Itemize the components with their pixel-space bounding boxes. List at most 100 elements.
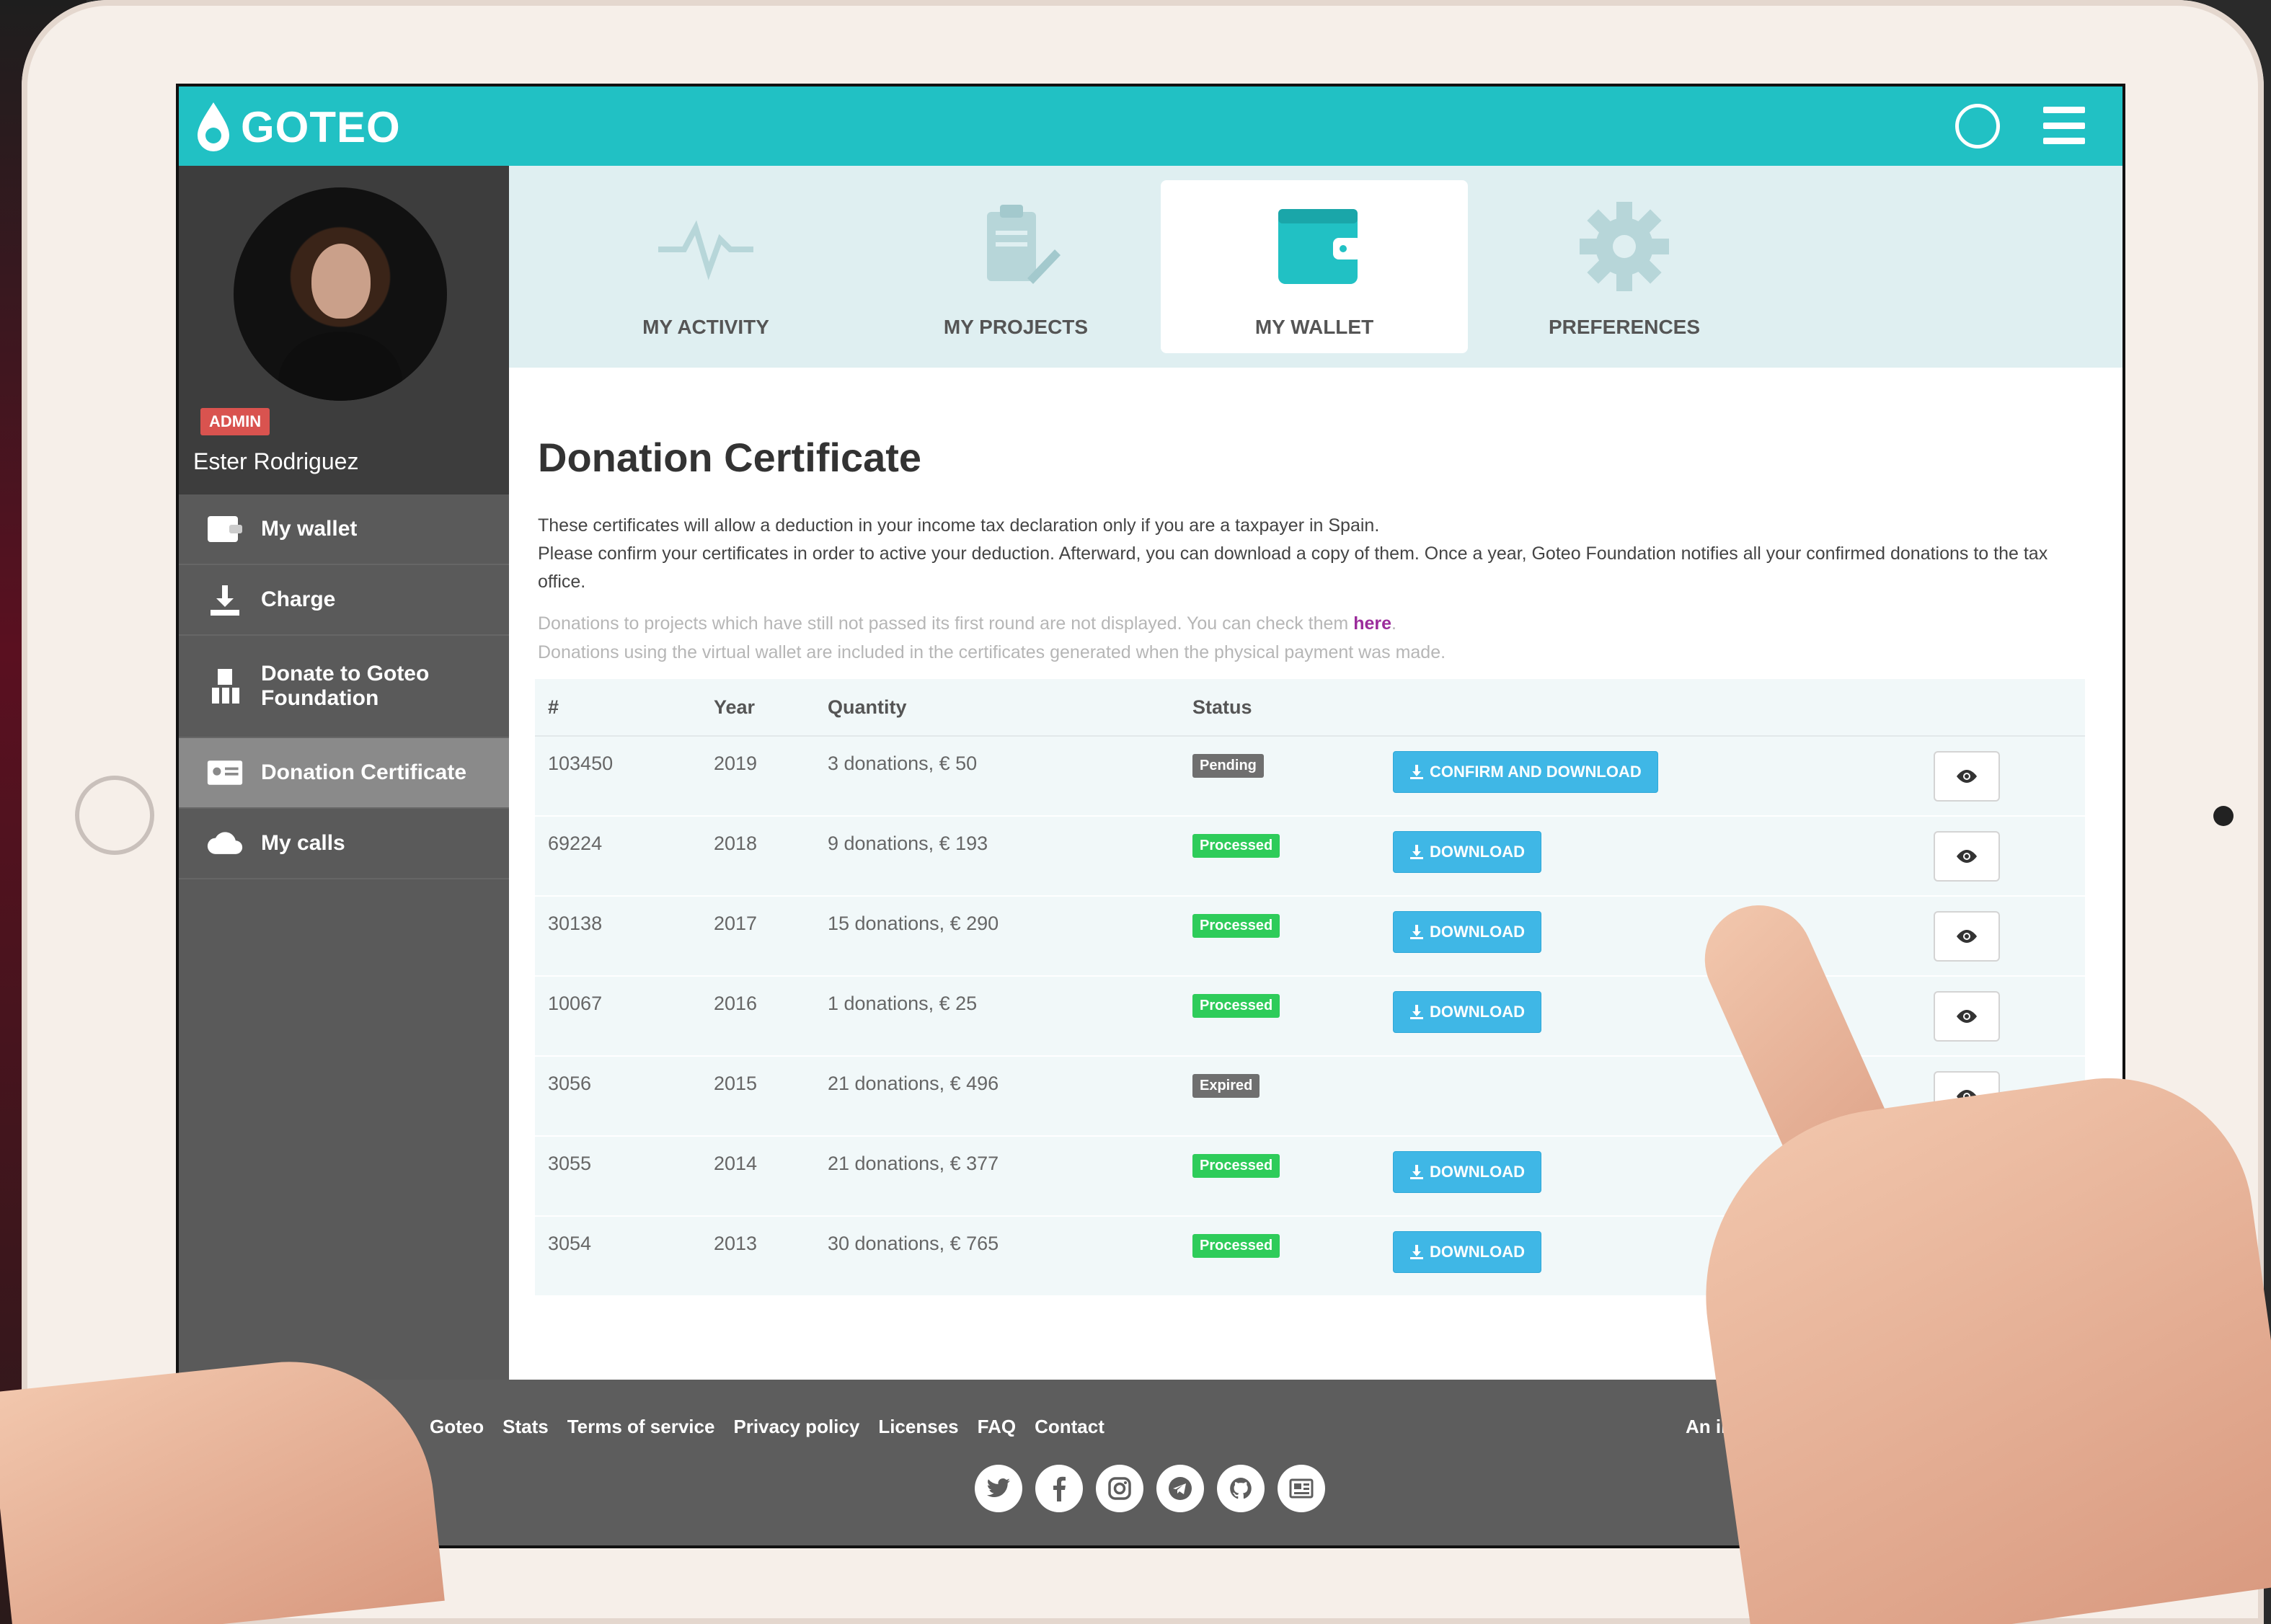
button-label: DOWNLOAD xyxy=(1430,1163,1525,1181)
status-badge: Expired xyxy=(1192,1074,1260,1098)
tab-my-wallet[interactable]: MY WALLET xyxy=(1161,180,1468,353)
donate-icon xyxy=(206,667,244,705)
status-badge: Processed xyxy=(1192,914,1280,938)
wallet-icon xyxy=(206,510,244,548)
cell-quantity: 15 donations, € 290 xyxy=(828,913,999,934)
cell-quantity: 1 donations, € 25 xyxy=(828,993,978,1014)
profile-panel: ADMIN Ester Rodriguez xyxy=(179,166,509,494)
footer-link[interactable]: Terms of service xyxy=(567,1416,715,1438)
tab-label: MY PROJECTS xyxy=(943,316,1089,338)
sidebar-item-label: My wallet xyxy=(261,517,358,541)
github-icon[interactable] xyxy=(1217,1465,1265,1512)
button-label: DOWNLOAD xyxy=(1430,843,1525,861)
cell-number: 30138 xyxy=(548,913,603,934)
cell-status: Pending xyxy=(1192,753,1264,778)
download-button[interactable]: DOWNLOAD xyxy=(1393,991,1541,1033)
download-icon xyxy=(1410,765,1423,779)
wallet-icon xyxy=(1278,209,1362,284)
sidebar-item-label: My calls xyxy=(261,831,345,855)
telegram-icon[interactable] xyxy=(1156,1465,1204,1512)
footer-link[interactable]: Contact xyxy=(1035,1416,1104,1438)
footer-link[interactable]: Goteo xyxy=(430,1416,484,1438)
status-badge: Pending xyxy=(1192,754,1264,778)
sidebar-item-donation-certificate[interactable]: Donation Certificate xyxy=(179,738,509,809)
instagram-icon[interactable] xyxy=(1096,1465,1143,1512)
here-link[interactable]: here xyxy=(1353,613,1391,634)
avatar[interactable] xyxy=(234,187,447,401)
download-button[interactable]: DOWNLOAD xyxy=(1393,1231,1541,1273)
cell-number: 3056 xyxy=(548,1073,592,1094)
cell-number: 10067 xyxy=(548,993,603,1014)
view-button[interactable] xyxy=(1934,991,2000,1042)
twitter-icon[interactable] xyxy=(975,1465,1022,1512)
sidebar-item-donate-foundation[interactable]: Donate to Goteo Foundation xyxy=(179,636,509,738)
home-button xyxy=(75,776,154,855)
footer-link[interactable]: FAQ xyxy=(978,1416,1016,1438)
cell-number: 3055 xyxy=(548,1153,592,1174)
sidebar-item-label: Donate to Goteo Foundation xyxy=(261,662,430,710)
goteo-logo[interactable]: GOTEO xyxy=(195,98,401,156)
download-icon xyxy=(1410,1165,1423,1179)
button-label: CONFIRM AND DOWNLOAD xyxy=(1430,763,1642,781)
footer-links: Goteo Stats Terms of service Privacy policy… xyxy=(430,1416,1104,1438)
download-button[interactable]: DOWNLOAD xyxy=(1393,911,1541,953)
cell-number: 69224 xyxy=(548,833,603,854)
download-button[interactable]: DOWNLOAD xyxy=(1393,1151,1541,1193)
cell-status: Processed xyxy=(1192,913,1280,938)
tab-label: MY WALLET xyxy=(1254,316,1374,338)
cell-status: Processed xyxy=(1192,993,1280,1018)
footer-link[interactable]: Stats xyxy=(503,1416,549,1438)
side-nav: My wallet Charge Donate to Goteo Foundat… xyxy=(179,494,509,879)
facebook-icon[interactable] xyxy=(1035,1465,1083,1512)
cell-year: 2016 xyxy=(714,993,758,1014)
hamburger-menu-icon[interactable] xyxy=(2043,107,2085,144)
sidebar-item-my-calls[interactable]: My calls xyxy=(179,809,509,879)
tab-label: PREFERENCES xyxy=(1548,316,1701,338)
dashboard-tabs: MY ACTIVITY MY PROJECTS MY WALLET PREFER… xyxy=(509,166,2122,368)
view-button[interactable] xyxy=(1934,751,2000,802)
tab-my-projects[interactable]: MY PROJECTS xyxy=(862,180,1169,353)
certificate-icon xyxy=(206,754,244,791)
sidebar-item-my-wallet[interactable]: My wallet xyxy=(179,494,509,565)
download-button[interactable]: DOWNLOAD xyxy=(1393,831,1541,873)
note-line-2: Donations using the virtual wallet are i… xyxy=(538,642,1446,662)
note-line-1: Donations to projects which have still n… xyxy=(538,610,2088,638)
clipboard-icon xyxy=(987,205,1061,284)
description-line-1: These certificates will allow a deductio… xyxy=(538,515,1380,536)
page-title: Donation Certificate xyxy=(538,435,922,480)
cell-number: 3054 xyxy=(548,1233,592,1254)
search-icon[interactable] xyxy=(1955,104,2000,148)
tab-preferences[interactable]: PREFERENCES xyxy=(1471,180,1778,353)
footer-link[interactable]: Privacy policy xyxy=(733,1416,859,1438)
sidebar-item-label: Donation Certificate xyxy=(261,760,467,784)
button-label: DOWNLOAD xyxy=(1430,1003,1525,1021)
sidebar-item-charge[interactable]: Charge xyxy=(179,565,509,636)
cell-year: 2018 xyxy=(714,833,758,854)
table-header: # Year Quantity Status xyxy=(535,679,2085,737)
table-row: 30138 2017 15 donations, € 290 Processed… xyxy=(535,897,2085,977)
cell-quantity: 30 donations, € 765 xyxy=(828,1233,999,1254)
view-button[interactable] xyxy=(1934,831,2000,882)
footer-link[interactable]: Licenses xyxy=(878,1416,958,1438)
confirm-and-download-button[interactable]: CONFIRM AND DOWNLOAD xyxy=(1393,751,1658,793)
note-text: . xyxy=(1391,613,1396,634)
newsletter-icon[interactable] xyxy=(1278,1465,1325,1512)
button-label: DOWNLOAD xyxy=(1430,1243,1525,1261)
activity-icon xyxy=(658,220,753,280)
column-header: Quantity xyxy=(828,696,907,718)
cell-year: 2013 xyxy=(714,1233,758,1254)
view-button[interactable] xyxy=(1934,911,2000,962)
drop-logo-icon xyxy=(198,102,229,151)
download-icon xyxy=(1410,1245,1423,1259)
cell-year: 2014 xyxy=(714,1153,758,1174)
cell-status: Expired xyxy=(1192,1073,1260,1098)
table-row: 103450 2019 3 donations, € 50 Pending CO… xyxy=(535,737,2085,817)
cell-year: 2015 xyxy=(714,1073,758,1094)
tab-my-activity[interactable]: MY ACTIVITY xyxy=(552,180,859,353)
cell-status: Processed xyxy=(1192,833,1280,858)
cell-year: 2019 xyxy=(714,753,758,774)
download-icon xyxy=(1410,925,1423,939)
cell-status: Processed xyxy=(1192,1233,1280,1258)
column-header: # xyxy=(548,696,559,718)
status-badge: Processed xyxy=(1192,994,1280,1018)
